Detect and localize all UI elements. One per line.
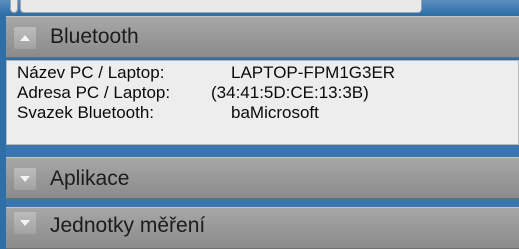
section-header-jednotky-mereni[interactable]: Jednotky měření [6,207,519,249]
section-title-jednotky-mereni: Jednotky měření [50,214,206,237]
section-title-bluetooth: Bluetooth [50,25,139,48]
section-header-bluetooth[interactable]: Bluetooth [6,16,519,58]
chevron-down-icon [14,212,36,234]
info-value: (34:41:5D:CE:13:3B) [211,83,369,102]
info-key: Adresa PC / Laptop: [17,83,171,102]
chevron-up-icon [14,27,36,49]
window-edge [10,0,18,13]
bluetooth-info-panel: Název PC / Laptop: LAPTOP-FPM1G3ER Adres… [6,60,519,145]
section-title-aplikace: Aplikace [50,167,130,190]
section-gap [6,199,519,207]
section-header-aplikace[interactable]: Aplikace [6,157,519,199]
previous-panel-edge [20,0,422,13]
chevron-down-icon [14,168,36,190]
info-key: Název PC / Laptop: [17,63,165,82]
section-gap [6,145,519,157]
info-value: LAPTOP-FPM1G3ER [231,63,396,82]
top-strip [0,0,519,14]
info-key: Svazek Bluetooth: [17,103,155,122]
info-value: baMicrosoft [231,103,319,122]
